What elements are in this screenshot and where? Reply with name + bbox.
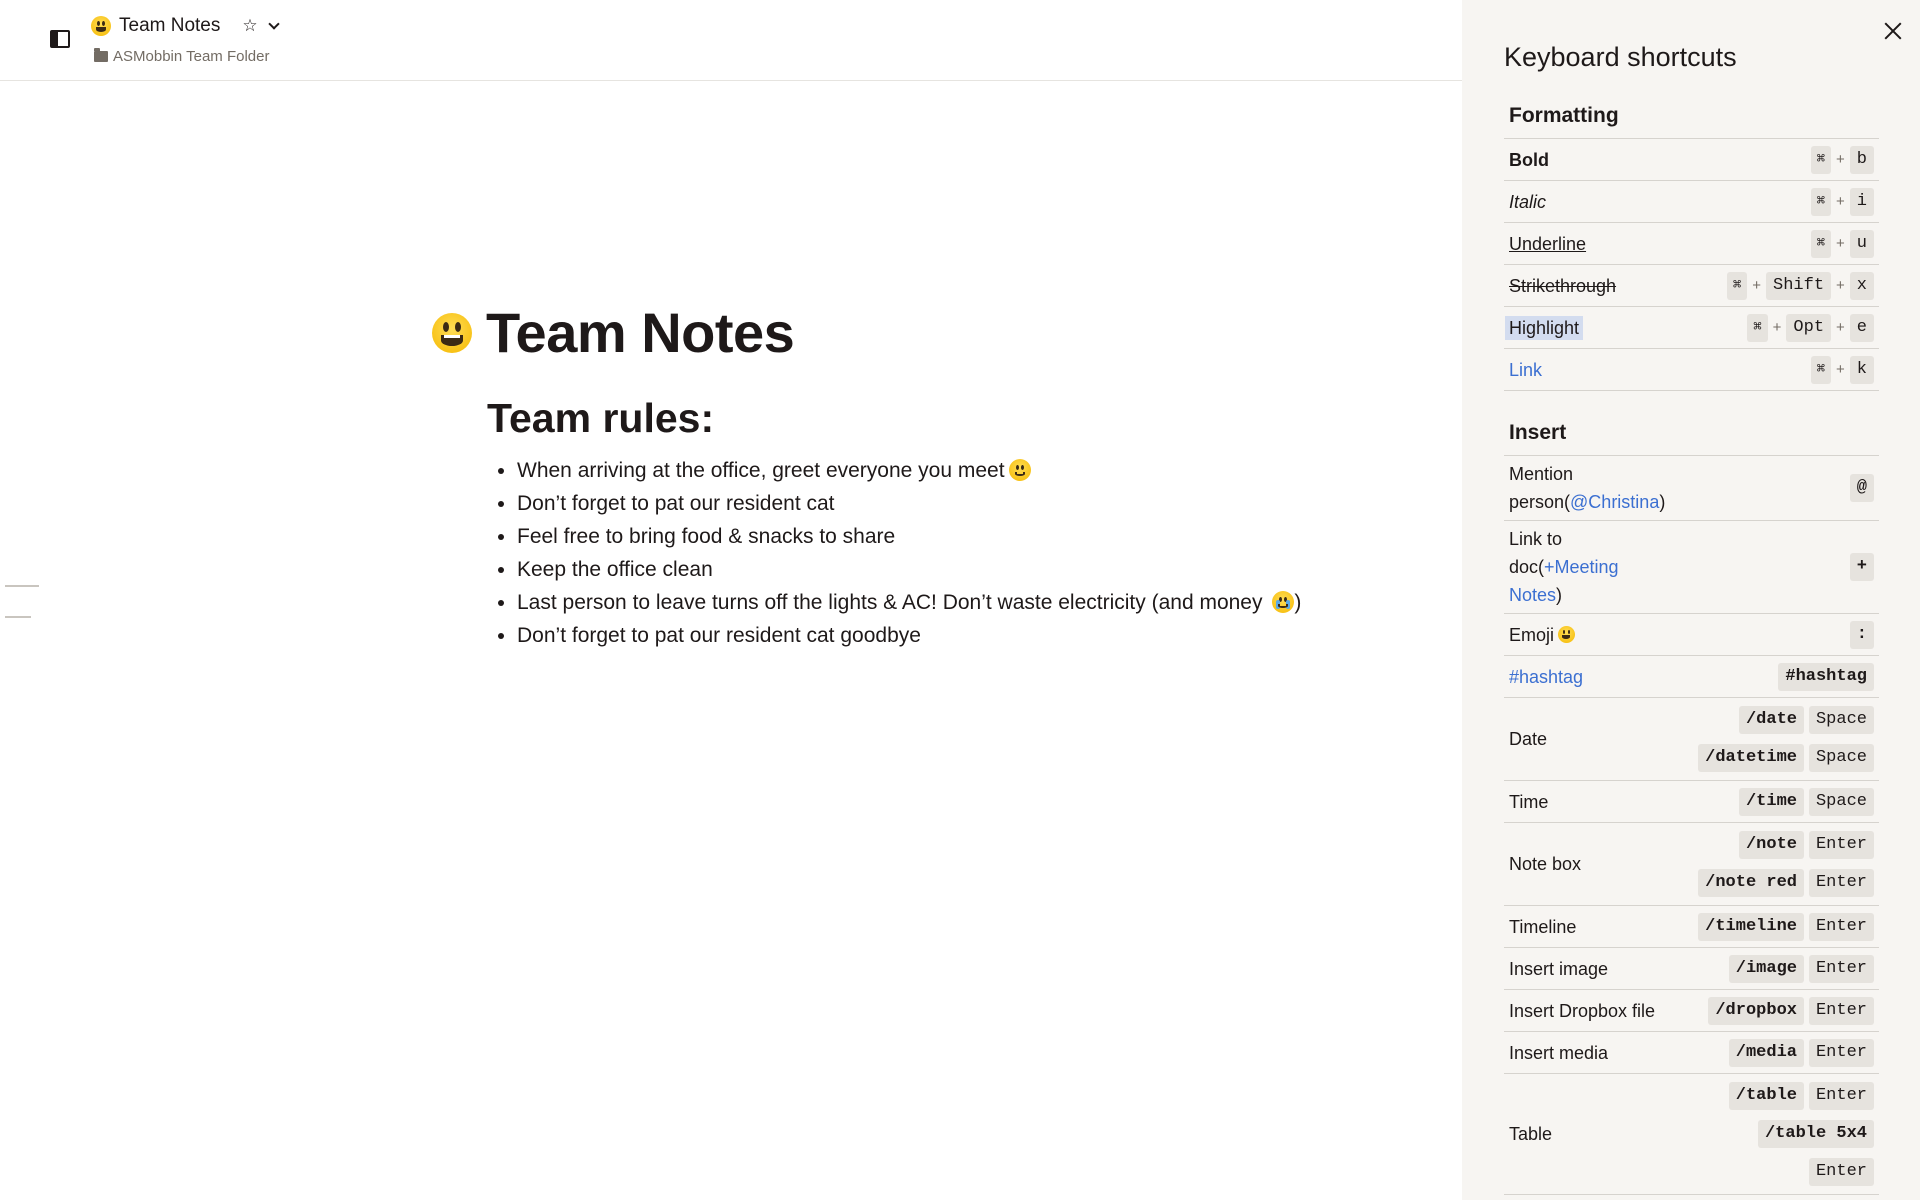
list-item[interactable]: When arriving at the office, greet every…: [498, 454, 1330, 487]
grinning-emoji-icon: [1558, 625, 1576, 643]
breadcrumb-folder-label: ASMobbin Team Folder: [113, 48, 270, 65]
shortcuts-list: Formatting Bold ⌘ + b Italic ⌘ + i Underline…: [1504, 100, 1879, 1195]
shortcut-label: Emoji: [1509, 621, 1576, 649]
doc-title[interactable]: Team Notes: [119, 15, 220, 37]
keyboard-shortcuts-panel: Keyboard shortcuts Formatting Bold ⌘ + b I…: [1462, 0, 1920, 1200]
sidebar-toggle-icon[interactable]: [50, 30, 70, 48]
list-item[interactable]: Don’t forget to pat our resident cat: [498, 487, 1330, 520]
shortcut-row-highlight: Highlight ⌘ + Opt + e: [1504, 307, 1879, 349]
shortcut-row-link-doc: Link to doc(+Meeting Notes) +: [1504, 521, 1879, 614]
list-item[interactable]: Keep the office clean: [498, 553, 1330, 586]
shortcut-row-italic: Italic ⌘ + i: [1504, 181, 1879, 223]
shortcut-keys: ⌘ + Opt + e: [1747, 313, 1874, 342]
shortcut-label: Underline: [1509, 233, 1587, 254]
shortcut-keys: /time Space: [1738, 787, 1874, 816]
shortcut-keys: ⌘ + i: [1810, 187, 1874, 216]
shortcut-keys: /image Enter: [1728, 954, 1874, 983]
shortcut-keys: #hashtag: [1778, 662, 1874, 691]
star-icon[interactable]: ☆: [242, 16, 257, 36]
shortcut-keys: @: [1849, 474, 1874, 502]
panel-title: Keyboard shortcuts: [1504, 42, 1737, 72]
shortcut-row-mention: Mention person(@Christina) @: [1504, 456, 1879, 521]
shortcut-keys: ⌘ + u: [1810, 229, 1874, 258]
shortcut-keys: /date Space /datetime Space: [1698, 698, 1874, 780]
section-heading[interactable]: Team rules:: [487, 395, 1330, 442]
breadcrumb[interactable]: ASMobbin Team Folder: [94, 48, 269, 65]
shortcut-row-timeline: Timeline /timeline Enter: [1504, 906, 1879, 948]
shortcut-keys: /media Enter: [1728, 1038, 1874, 1067]
shortcut-keys: +: [1849, 553, 1874, 581]
shortcut-row-emoji: Emoji :: [1504, 614, 1879, 656]
shortcut-label: Insert Dropbox file: [1509, 1000, 1656, 1021]
shortcut-row-insert-dropbox: Insert Dropbox file /dropbox Enter: [1504, 990, 1879, 1032]
shortcut-row-insert-media: Insert media /media Enter: [1504, 1032, 1879, 1074]
shortcut-keys: /timeline Enter: [1698, 912, 1874, 941]
page-heading: Team Notes: [430, 300, 1330, 365]
shortcut-row-strikethrough: Strikethrough ⌘ + Shift + x: [1504, 265, 1879, 307]
shortcut-label: Date: [1509, 729, 1548, 749]
shortcut-keys: :: [1849, 620, 1874, 649]
doc-title-row: Team Notes ☆: [91, 15, 280, 37]
chevron-down-icon[interactable]: [267, 17, 280, 30]
shortcut-label: Insert image: [1509, 958, 1609, 979]
shortcut-label: Strikethrough: [1509, 275, 1617, 296]
shortcut-row-bold: Bold ⌘ + b: [1504, 139, 1879, 181]
outline-marker[interactable]: [5, 616, 31, 618]
grinning-emoji-icon[interactable]: [432, 312, 472, 353]
list-item[interactable]: Last person to leave turns off the light…: [498, 586, 1330, 619]
outline-marker[interactable]: [5, 585, 39, 587]
shortcut-keys: ⌘ + b: [1810, 145, 1874, 174]
crying-emoji-icon: [1272, 591, 1295, 613]
shortcut-label: Link to doc(+Meeting Notes): [1509, 529, 1619, 605]
shortcut-keys: /table Enter /table 5x4 Enter: [1728, 1074, 1874, 1194]
shortcut-label: Timeline: [1509, 916, 1577, 937]
shortcut-row-insert-image: Insert image /image Enter: [1504, 948, 1879, 990]
shortcut-row-hashtag: #hashtag #hashtag: [1504, 656, 1879, 698]
shortcut-label: Link: [1509, 359, 1543, 380]
shortcut-label: Table: [1509, 1124, 1553, 1144]
shortcut-label: Time: [1509, 791, 1549, 812]
shortcut-label: Highlight: [1505, 314, 1584, 342]
shortcut-row-note-box: Note box /note Enter /note red Enter: [1504, 823, 1879, 906]
shortcut-row-date: Date /date Space /datetime Space: [1504, 698, 1879, 781]
list-item[interactable]: Feel free to bring food & snacks to shar…: [498, 520, 1330, 553]
folder-icon: [94, 48, 108, 62]
shortcut-row-table: Table /table Enter /table 5x4 Enter: [1504, 1074, 1879, 1195]
shortcut-label: Mention person(@Christina): [1509, 464, 1666, 512]
document-body: Team Notes Team rules: When arriving at …: [430, 300, 1330, 652]
shortcut-row-link: Link ⌘ + k: [1504, 349, 1879, 391]
rules-list: When arriving at the office, greet every…: [498, 454, 1330, 652]
shortcut-row-underline: Underline ⌘ + u: [1504, 223, 1879, 265]
top-bar: Team Notes ☆ ASMobbin Team Folder: [0, 0, 1462, 81]
shortcut-keys: ⌘ + Shift + x: [1726, 271, 1874, 300]
shortcut-label: Note box: [1509, 854, 1582, 874]
page-title[interactable]: Team Notes: [486, 300, 795, 365]
shortcut-row-time: Time /time Space: [1504, 781, 1879, 823]
shortcut-keys: ⌘ + k: [1810, 355, 1874, 384]
close-icon[interactable]: [1882, 20, 1904, 42]
shortcut-label: Italic: [1509, 191, 1547, 212]
shortcut-keys: /dropbox Enter: [1708, 996, 1874, 1025]
shortcut-label: #hashtag: [1509, 666, 1584, 687]
shortcut-label: Bold: [1509, 149, 1549, 170]
formatting-heading: Formatting: [1504, 100, 1879, 139]
shortcut-label: Insert media: [1509, 1042, 1609, 1063]
insert-heading: Insert: [1504, 417, 1879, 456]
list-item[interactable]: Don’t forget to pat our resident cat goo…: [498, 619, 1330, 652]
grinning-emoji-icon: [91, 16, 111, 36]
shortcut-keys: /note Enter /note red Enter: [1698, 823, 1874, 905]
slightly-smiling-emoji-icon: [1008, 459, 1031, 481]
